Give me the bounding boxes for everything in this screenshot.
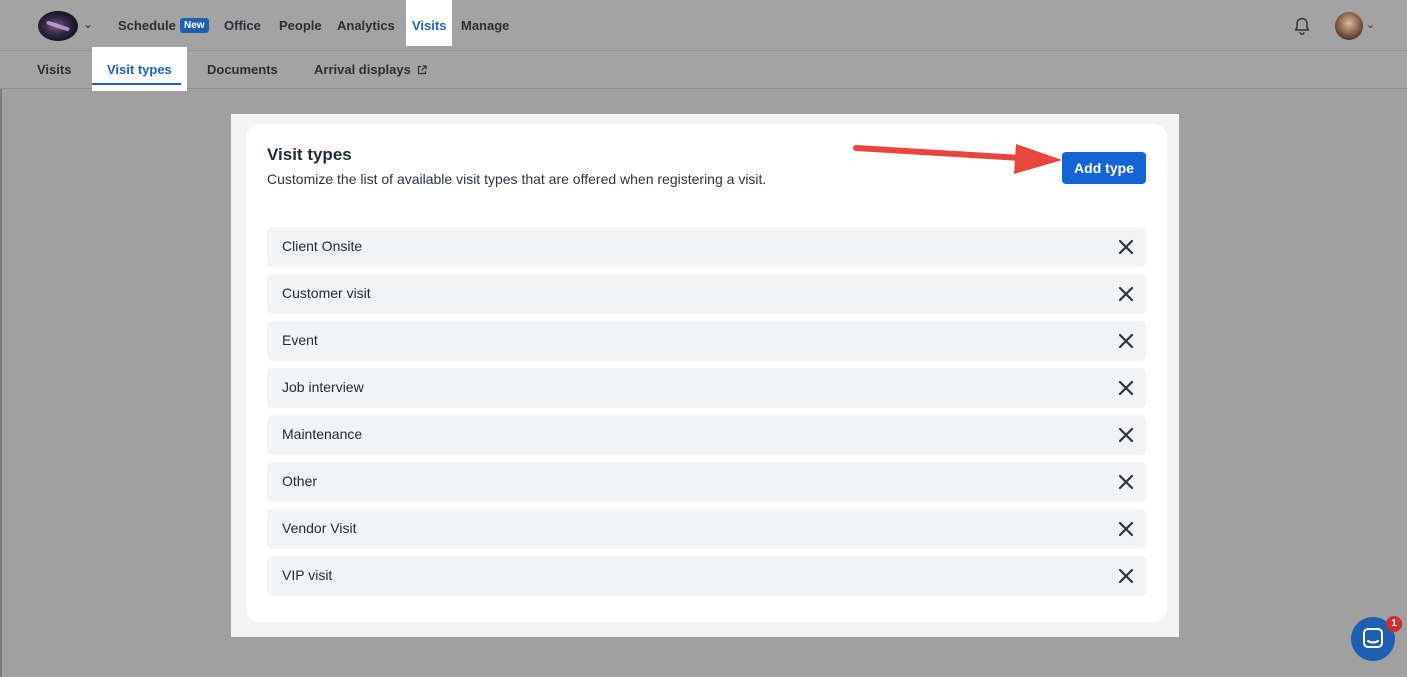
nav-office[interactable]: Office bbox=[224, 0, 261, 51]
list-item: VIP visit bbox=[267, 556, 1146, 596]
list-item: Job interview bbox=[267, 368, 1146, 408]
tab-visit-types[interactable]: Visit types bbox=[92, 47, 187, 91]
close-icon[interactable] bbox=[1118, 521, 1134, 537]
close-icon[interactable] bbox=[1118, 474, 1134, 490]
user-avatar[interactable] bbox=[1335, 12, 1363, 40]
nav-analytics[interactable]: Analytics bbox=[337, 0, 395, 51]
new-badge: New bbox=[180, 18, 209, 33]
close-icon[interactable] bbox=[1118, 286, 1134, 302]
nav-schedule[interactable]: Schedule bbox=[118, 0, 176, 51]
unread-count-badge: 1 bbox=[1386, 616, 1402, 632]
page-edge-divider bbox=[0, 89, 2, 677]
close-icon[interactable] bbox=[1118, 333, 1134, 349]
page-title: Visit types bbox=[267, 145, 352, 164]
nav-manage[interactable]: Manage bbox=[461, 0, 509, 51]
tab-arrival-displays-label: Arrival displays bbox=[314, 62, 411, 77]
add-type-button[interactable]: Add type bbox=[1062, 152, 1146, 184]
nav-visits[interactable]: Visits bbox=[406, 0, 453, 46]
close-icon[interactable] bbox=[1118, 568, 1134, 584]
bell-icon[interactable] bbox=[1292, 16, 1312, 36]
sub-nav-bar: Visits Visit types Documents Arrival dis… bbox=[0, 47, 1407, 91]
external-link-icon bbox=[417, 65, 427, 75]
company-logo[interactable] bbox=[38, 11, 78, 41]
tab-visits[interactable]: Visits bbox=[37, 51, 71, 89]
tab-documents[interactable]: Documents bbox=[207, 51, 278, 89]
page-subtitle: Customize the list of available visit ty… bbox=[267, 171, 767, 187]
visit-type-label: Vendor Visit bbox=[282, 520, 357, 536]
visit-type-list: Client Onsite Customer visit Event Job i… bbox=[267, 227, 1146, 603]
visit-type-label: Other bbox=[282, 473, 318, 489]
chevron-down-icon[interactable]: ⌄ bbox=[83, 17, 93, 31]
list-item: Maintenance bbox=[267, 415, 1146, 455]
annotation-arrow-icon bbox=[853, 144, 1062, 174]
chevron-down-icon[interactable]: ⌄ bbox=[1366, 18, 1375, 31]
list-item: Client Onsite bbox=[267, 227, 1146, 267]
visit-type-label: VIP visit bbox=[282, 567, 333, 583]
list-item: Vendor Visit bbox=[267, 509, 1146, 549]
visit-type-label: Event bbox=[282, 332, 318, 348]
list-item: Customer visit bbox=[267, 274, 1146, 314]
visit-type-label: Client Onsite bbox=[282, 238, 363, 254]
visit-type-label: Maintenance bbox=[282, 426, 363, 442]
close-icon[interactable] bbox=[1118, 380, 1134, 396]
visit-type-label: Job interview bbox=[282, 379, 364, 395]
visit-type-label: Customer visit bbox=[282, 285, 371, 301]
top-nav-bar: ⌄ Schedule New Office People Analytics V… bbox=[0, 0, 1407, 51]
close-icon[interactable] bbox=[1118, 427, 1134, 443]
list-item: Event bbox=[267, 321, 1146, 361]
list-item: Other bbox=[267, 462, 1146, 502]
tab-arrival-displays[interactable]: Arrival displays bbox=[314, 51, 427, 89]
nav-people[interactable]: People bbox=[279, 0, 322, 51]
close-icon[interactable] bbox=[1118, 239, 1134, 255]
